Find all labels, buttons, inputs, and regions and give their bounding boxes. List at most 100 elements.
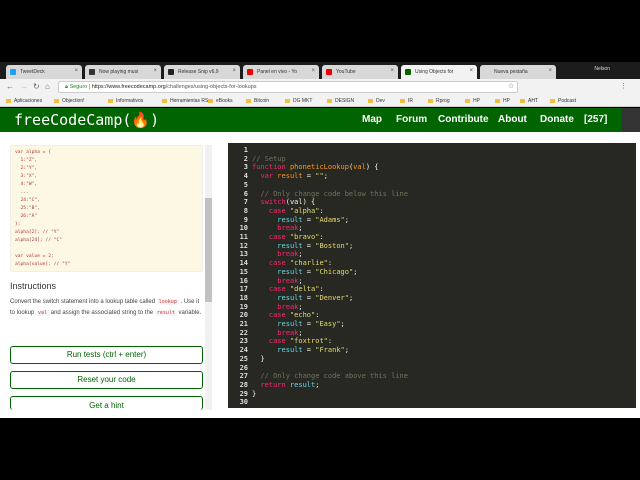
code-token: case — [268, 285, 290, 294]
nav-points[interactable]: [257] — [584, 114, 607, 125]
bookmark-item[interactable]: AHT — [520, 98, 538, 104]
code-line: break; — [252, 329, 302, 337]
code-line: result = "Easy"; — [252, 320, 345, 328]
tab-close-icon[interactable]: × — [311, 68, 315, 74]
code-token: ; — [315, 380, 320, 389]
code-token: break — [277, 302, 299, 311]
bookmark-item[interactable]: Objection! — [54, 98, 85, 104]
home-icon[interactable]: ⌂ — [45, 82, 50, 91]
bookmark-item[interactable]: Bitcoin — [246, 98, 269, 104]
fcc-logo[interactable]: freeCodeCamp(🔥) — [14, 111, 159, 129]
code-token: = — [302, 215, 316, 224]
code-token: switch — [260, 198, 286, 207]
line-number: 22 — [239, 328, 248, 337]
code-line: // Setup — [252, 155, 286, 163]
code-editor[interactable]: 1 2// Setup 3 function phoneticLookup(val) … — [228, 143, 636, 408]
browser-tab[interactable]: YouTube × — [322, 65, 398, 79]
bookmark-item[interactable]: Aplicaciones — [6, 98, 42, 104]
tab-close-icon[interactable]: × — [390, 68, 394, 74]
bookmark-item[interactable]: HP — [465, 98, 480, 104]
bookmark-item[interactable]: eBooks — [208, 98, 233, 104]
code-token: "foxtrot" — [289, 337, 328, 346]
bookmark-item[interactable]: HP — [495, 98, 510, 104]
tab-close-icon[interactable]: × — [469, 68, 473, 74]
code-token: case — [268, 337, 290, 346]
tab-favicon-icon — [247, 69, 253, 75]
tab-label: TweetDeck — [20, 69, 45, 75]
browser-tab[interactable]: Now playing musi × — [85, 65, 161, 79]
nav-contribute[interactable]: Contribute — [438, 114, 489, 125]
nav-donate[interactable]: Donate — [540, 114, 574, 125]
code-token: ; — [348, 241, 354, 250]
forward-icon[interactable]: → — [20, 82, 28, 91]
code-token: : — [319, 233, 324, 241]
line-number: 8 — [243, 206, 248, 215]
tab-close-icon[interactable]: × — [74, 68, 78, 74]
url-scheme: https:// — [91, 84, 109, 90]
reload-icon[interactable]: ↻ — [33, 82, 40, 91]
code-token: ; — [298, 250, 303, 259]
line-number: 9 — [243, 215, 248, 224]
code-line: result = "Denver"; — [252, 294, 353, 302]
code-token: "bravo" — [289, 233, 320, 241]
bookmark-item[interactable]: IR — [400, 98, 413, 104]
code-line: switch(val) { — [252, 198, 315, 206]
bookmark-item[interactable]: Herramientas RS — [162, 98, 208, 104]
browser-tab[interactable]: TweetDeck × — [6, 65, 82, 79]
tab-close-icon[interactable]: × — [232, 68, 236, 74]
code-token: "delta" — [289, 285, 320, 294]
code-line: break; — [252, 302, 302, 311]
code-token: : — [327, 337, 333, 346]
code-token: = — [302, 267, 316, 276]
bookmark-item[interactable]: DESIGN — [327, 98, 354, 104]
code-token: result — [289, 380, 316, 389]
left-scrollbar-thumb[interactable] — [205, 198, 212, 302]
code-line: case "bravo": — [252, 233, 324, 241]
bookmark-item[interactable]: Podcast — [550, 98, 576, 104]
browser-tab[interactable]: Using Objects for × — [401, 65, 477, 79]
url-input[interactable]: 🔒︎ Seguro | https://www.freecodecamp.org… — [58, 81, 518, 93]
profile-name[interactable]: Nelson — [594, 66, 610, 72]
code-token: = — [302, 293, 316, 302]
code-token: return — [260, 380, 290, 389]
nav-map[interactable]: Map — [362, 114, 382, 125]
browser-tab[interactable]: Nueva pestaña × — [480, 65, 556, 79]
code-token: result — [277, 320, 303, 328]
tab-close-icon[interactable]: × — [153, 68, 157, 74]
code-token: ; — [340, 320, 345, 328]
code-line: return result; — [252, 381, 319, 389]
tab-label: Nueva pestaña — [494, 69, 528, 75]
code-token: : — [327, 259, 333, 268]
bookmark-item[interactable]: Rprog — [428, 98, 450, 104]
code-line: // Only change code above this line — [252, 372, 408, 380]
line-number: 7 — [243, 198, 248, 207]
bookmark-item[interactable]: Dev — [368, 98, 385, 104]
get-hint-button[interactable]: Get a hint — [10, 396, 203, 410]
code-token: result — [277, 241, 303, 250]
reset-code-button[interactable]: Reset your code — [10, 371, 203, 389]
line-number: 13 — [239, 250, 248, 259]
bookmark-item[interactable]: Informativos — [108, 98, 143, 104]
menu-icon[interactable]: ⋮ — [620, 82, 627, 90]
tab-close-icon[interactable]: × — [548, 68, 552, 74]
browser-tab[interactable]: Panel en vivo - Yo × — [243, 65, 319, 79]
code-token: "alpha" — [289, 206, 320, 215]
tab-label: YouTube — [336, 69, 356, 75]
nav-about[interactable]: About — [498, 114, 527, 125]
address-bar: ← → ↻ ⌂ 🔒︎ Seguro | https://www.freecode… — [0, 79, 640, 95]
back-icon[interactable]: ← — [6, 82, 14, 91]
star-icon[interactable]: ☆ — [508, 82, 514, 90]
browser-tab[interactable]: Release Snip v6.9 × — [164, 65, 240, 79]
nav-forum[interactable]: Forum — [396, 114, 427, 125]
code-token: result — [277, 293, 303, 302]
bookmark-item[interactable]: DG MKT — [285, 98, 312, 104]
tab-label: Using Objects for — [415, 69, 454, 75]
code-line: case "delta": — [252, 285, 324, 293]
run-tests-button[interactable]: Run tests (ctrl + enter) — [10, 346, 203, 364]
